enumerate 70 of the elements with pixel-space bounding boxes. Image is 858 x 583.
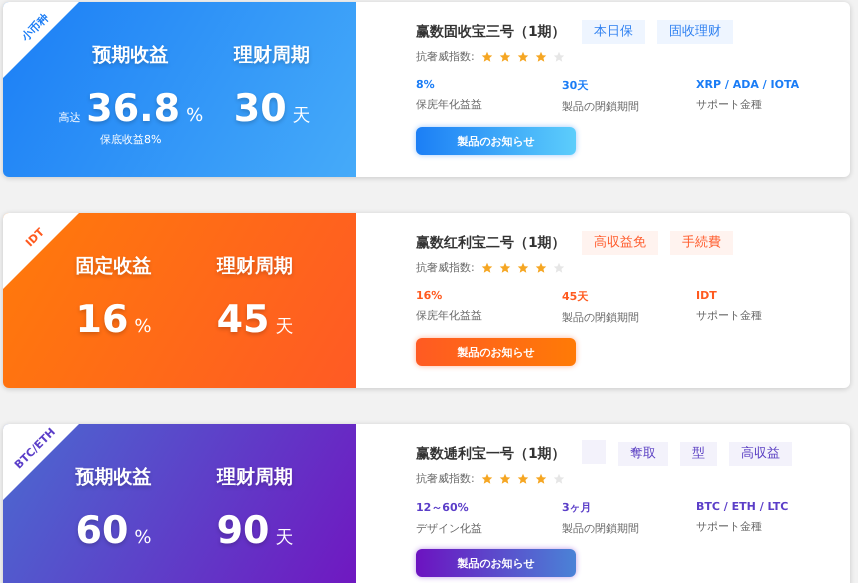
stat-value: BTC / ETH / LTC <box>696 500 788 513</box>
yield-unit: % <box>134 527 152 548</box>
yield-value: 60 <box>76 508 128 552</box>
term-label: 理财周期 <box>217 465 293 490</box>
tag: 固收理财 <box>656 20 733 44</box>
stat-label: 保庑年化益益 <box>416 97 483 112</box>
stat-value: 3ヶ月 <box>562 500 593 515</box>
yield-label: 预期收益 <box>76 465 152 490</box>
stat-label: サポート金種 <box>696 519 763 534</box>
product-info-button[interactable]: 製品のお知らせ <box>416 549 576 577</box>
rating-label: 抗奢威指数: <box>416 49 475 64</box>
product-title: 赢数固收宝三号（1期） <box>416 23 566 41</box>
star-icon <box>498 50 511 62</box>
stat-value: 30天 <box>562 78 590 93</box>
tag: 奪取 <box>618 442 668 466</box>
tag: 本日保 <box>582 20 645 44</box>
stat-label: サポート金種 <box>696 97 763 112</box>
star-icon <box>534 472 547 484</box>
yield-value: 16 <box>76 297 128 341</box>
star-icon <box>516 472 529 484</box>
stat-label: デザイン化益 <box>416 521 483 536</box>
yield-label: 预期收益 <box>92 43 169 68</box>
term-label: 理财周期 <box>234 43 310 68</box>
stat-value: 16% <box>416 289 444 302</box>
stat-label: 製品の閉鎖期間 <box>562 521 640 536</box>
star-icon <box>552 262 565 274</box>
yield-note: 保底收益8% <box>100 132 162 147</box>
star-icon <box>498 262 511 274</box>
stat-value: 45天 <box>562 289 590 304</box>
star-icon <box>480 472 493 484</box>
stat-label: サポート金種 <box>696 308 762 323</box>
product-title: 赢数红利宝二号（1期） <box>416 234 566 252</box>
star-icon <box>516 262 529 274</box>
term-unit: 天 <box>275 315 294 338</box>
stat-value: 12～60% <box>416 500 470 515</box>
term-value: 45 <box>216 297 270 341</box>
term-label: 理财周期 <box>217 254 293 279</box>
term-value: 30 <box>234 86 287 130</box>
product-info-button[interactable]: 製品のお知らせ <box>416 338 576 366</box>
tag: 手続費 <box>670 231 733 255</box>
stat-value: IDT <box>696 289 718 302</box>
yield-label: 固定收益 <box>76 254 152 279</box>
star-icon <box>552 472 565 484</box>
yield-prefix: 高达 <box>58 110 80 125</box>
stat-label: 製品の閉鎖期間 <box>562 310 640 325</box>
term-unit: 天 <box>292 104 311 127</box>
ribbon-label: 小币种 <box>18 10 52 46</box>
star-icon <box>480 50 493 62</box>
star-icon <box>534 262 547 274</box>
star-icon <box>480 262 493 274</box>
term-unit: 天 <box>275 526 294 549</box>
tag: 高収益免 <box>582 231 658 255</box>
tag: 型 <box>680 442 717 466</box>
stat-value: 8% <box>416 78 436 91</box>
tag: 高収益 <box>728 442 792 466</box>
star-icon <box>516 50 529 62</box>
yield-unit: % <box>186 105 204 126</box>
stat-label: 保庑年化益益 <box>416 308 483 323</box>
stat-label: 製品の閉鎖期間 <box>562 99 640 114</box>
rating-label: 抗奢威指数: <box>416 260 475 275</box>
stat-value: XRP / ADA / IOTA <box>696 78 800 91</box>
product-title: 赢数逓利宝一号（1期） <box>416 445 566 463</box>
yield-value: 36.8 <box>86 86 180 130</box>
star-icon <box>534 50 547 62</box>
rating-label: 抗奢威指数: <box>416 471 475 486</box>
star-icon <box>552 50 565 62</box>
term-value: 90 <box>216 508 270 552</box>
yield-unit: % <box>134 316 152 337</box>
product-info-button[interactable]: 製品のお知らせ <box>416 127 576 155</box>
star-icon <box>498 472 511 484</box>
